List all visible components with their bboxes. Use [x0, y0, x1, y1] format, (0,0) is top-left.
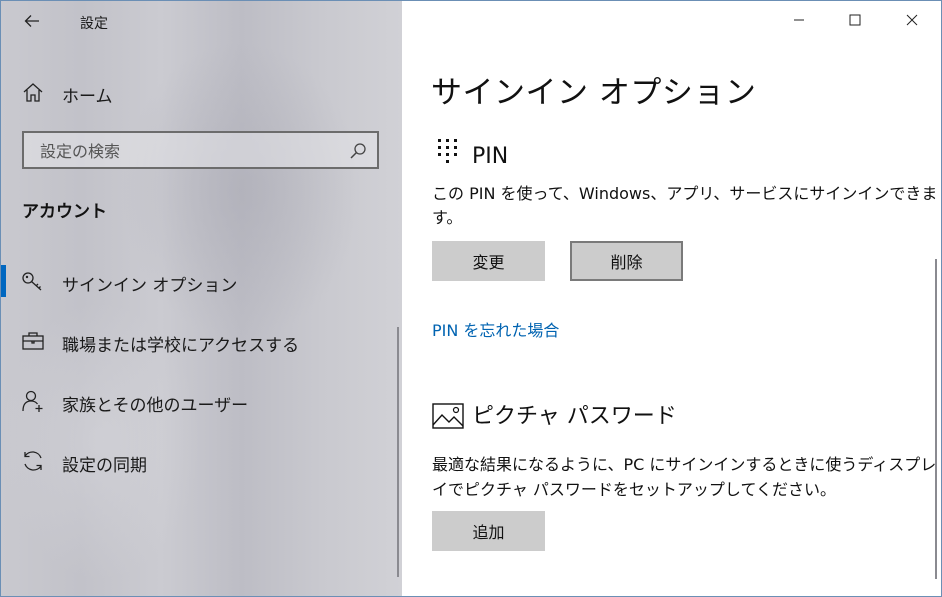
- search-box[interactable]: [22, 131, 379, 169]
- sidebar-scrollbar[interactable]: [397, 327, 399, 577]
- maximize-icon: [849, 14, 861, 26]
- picture-password-heading: ピクチャ パスワード: [472, 404, 677, 429]
- pin-description: この PIN を使って、Windows、アプリ、サービスにサインインできま: [432, 184, 938, 203]
- sidebar-item-label: 家族とその他のユーザー: [62, 396, 249, 416]
- settings-window: 設定 ホーム アカウント サインイン オプション: [0, 0, 942, 597]
- sidebar: 設定 ホーム アカウント サインイン オプション: [1, 1, 402, 596]
- sidebar-item-label: サインイン オプション: [62, 276, 238, 296]
- sidebar-item-sign-in-options[interactable]: サインイン オプション: [1, 259, 401, 303]
- app-title: 設定: [80, 16, 108, 32]
- back-button[interactable]: [17, 7, 47, 35]
- back-arrow-icon: [24, 15, 39, 27]
- sidebar-item-label: 設定の同期: [62, 456, 147, 476]
- pin-keypad-icon: [438, 139, 457, 163]
- close-icon: [906, 14, 918, 26]
- close-button[interactable]: [889, 1, 935, 39]
- selection-indicator: [1, 265, 6, 297]
- page-title: サインイン オプション: [431, 75, 757, 111]
- picture-password-description: イでピクチャ パスワードをセットアップしてください。: [432, 480, 836, 499]
- search-input[interactable]: [38, 139, 342, 163]
- maximize-button[interactable]: [832, 1, 878, 39]
- picture-icon: [432, 403, 464, 429]
- sidebar-item-family-users[interactable]: 家族とその他のユーザー: [1, 379, 401, 423]
- key-icon: [22, 272, 42, 291]
- briefcase-icon: [22, 332, 44, 350]
- change-pin-button[interactable]: 変更: [432, 241, 545, 281]
- search-icon[interactable]: [349, 142, 367, 160]
- sidebar-item-label: ホーム: [62, 87, 113, 107]
- forgot-pin-link[interactable]: PIN を忘れた場合: [432, 317, 559, 341]
- section-title: アカウント: [22, 202, 107, 222]
- content-scrollbar[interactable]: [935, 259, 937, 579]
- sidebar-item-sync-settings[interactable]: 設定の同期: [1, 439, 401, 483]
- sidebar-item-work-or-school[interactable]: 職場または学校にアクセスする: [1, 319, 401, 363]
- home-icon: [23, 83, 43, 102]
- minimize-icon: [794, 19, 804, 21]
- minimize-button[interactable]: [776, 1, 822, 39]
- sidebar-item-label: 職場または学校にアクセスする: [62, 336, 300, 356]
- pin-description: す。: [432, 208, 463, 227]
- add-picture-password-button[interactable]: 追加: [432, 511, 545, 551]
- sidebar-item-home[interactable]: ホーム: [1, 73, 401, 111]
- pin-heading: PIN: [472, 144, 509, 169]
- main-content: サインイン オプション PIN この PIN を使って、Windows、アプリ、…: [402, 1, 941, 596]
- add-person-icon: [22, 390, 43, 412]
- picture-password-description: 最適な結果になるように、PC にサインインするときに使うディスプレ: [432, 455, 937, 474]
- sync-icon: [24, 451, 42, 471]
- remove-pin-button[interactable]: 削除: [570, 241, 683, 281]
